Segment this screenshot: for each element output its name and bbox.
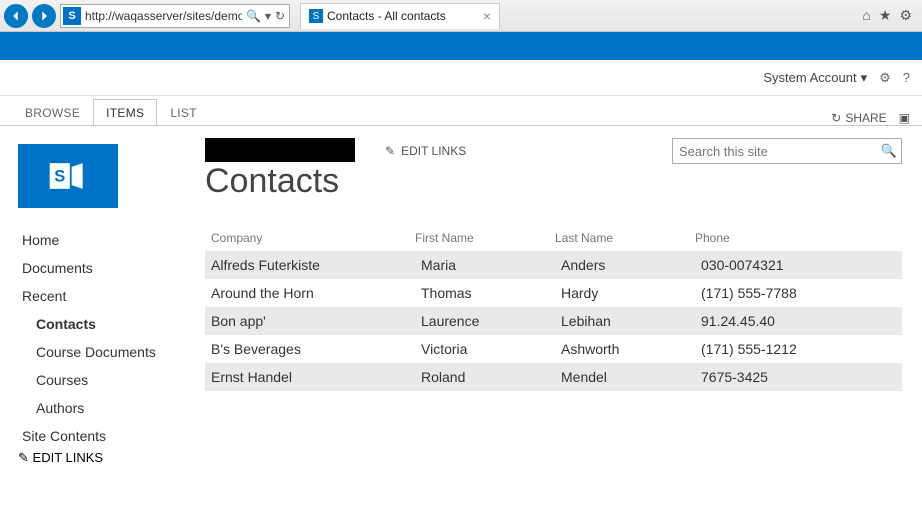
gear-icon[interactable]: ⚙ <box>879 70 891 86</box>
ribbon-right: ↻ SHARE ▣ <box>831 111 910 125</box>
sidebar-item[interactable]: Home <box>18 226 195 254</box>
redacted-site-title <box>205 138 355 162</box>
pencil-icon: ✎ <box>18 450 29 465</box>
address-bar[interactable]: S http://waqasserver/sites/demo 🔍 ▾ ↻ <box>60 4 290 28</box>
address-tools: 🔍 ▾ ↻ <box>242 9 289 23</box>
sidebar-item[interactable]: Courses <box>18 366 195 394</box>
cell-lastname: Ashworth <box>555 341 695 357</box>
cell-lastname: Lebihan <box>555 313 695 329</box>
table-row[interactable]: Ernst HandelRolandMendel7675-3425 <box>205 363 902 391</box>
list-body: Alfreds FuterkisteMariaAnders030-0074321… <box>205 251 902 391</box>
sharepoint-logo-icon: S <box>46 154 90 198</box>
search-input[interactable] <box>673 144 877 159</box>
cell-firstname: Laurence <box>415 313 555 329</box>
suite-bar: System Account ▾ ⚙ ? <box>0 60 922 96</box>
col-header-lastname[interactable]: Last Name <box>555 231 695 245</box>
sidebar-item[interactable]: Site Contents <box>18 422 195 450</box>
tab-list[interactable]: LIST <box>157 99 210 125</box>
cell-phone: 030-0074321 <box>695 257 902 273</box>
dropdown-icon[interactable]: ▾ <box>265 9 271 23</box>
col-header-company[interactable]: Company <box>205 231 415 245</box>
focus-icon[interactable]: ▣ <box>899 111 910 125</box>
share-label: SHARE <box>845 111 886 125</box>
cell-lastname: Hardy <box>555 285 695 301</box>
cell-company: Around the Horn <box>205 285 415 301</box>
edit-links-quicklaunch[interactable]: ✎ EDIT LINKS <box>18 450 195 466</box>
table-row[interactable]: Around the HornThomasHardy(171) 555-7788 <box>205 279 902 307</box>
sidebar-item[interactable]: Documents <box>18 254 195 282</box>
content-area: S HomeDocumentsRecentContactsCourse Docu… <box>0 126 922 466</box>
forward-button[interactable] <box>32 4 56 28</box>
edit-links-label: EDIT LINKS <box>33 450 104 465</box>
cell-company: B's Beverages <box>205 341 415 357</box>
page-body: System Account ▾ ⚙ ? BROWSE ITEMS LIST ↻… <box>0 32 922 524</box>
share-icon: ↻ <box>831 111 841 125</box>
cell-firstname: Maria <box>415 257 555 273</box>
cell-firstname: Roland <box>415 369 555 385</box>
ribbon: BROWSE ITEMS LIST ↻ SHARE ▣ <box>0 96 922 126</box>
suite-bar-strip <box>0 32 922 60</box>
cell-firstname: Thomas <box>415 285 555 301</box>
chevron-down-icon: ▾ <box>861 70 868 86</box>
table-row[interactable]: B's BeveragesVictoriaAshworth(171) 555-1… <box>205 335 902 363</box>
edit-links-topnav[interactable]: ✎ EDIT LINKS <box>385 144 466 158</box>
tab-title: Contacts - All contacts <box>327 9 446 23</box>
sidebar-item[interactable]: Course Documents <box>18 338 195 366</box>
url-text: http://waqasserver/sites/demo <box>83 9 242 23</box>
browser-tab[interactable]: S Contacts - All contacts × <box>300 3 500 29</box>
cell-lastname: Mendel <box>555 369 695 385</box>
cell-phone: 91.24.45.40 <box>695 313 902 329</box>
cell-phone: (171) 555-7788 <box>695 285 902 301</box>
tab-items[interactable]: ITEMS <box>93 99 157 125</box>
quick-launch: HomeDocumentsRecentContactsCourse Docume… <box>18 226 195 450</box>
home-icon[interactable]: ⌂ <box>862 7 870 24</box>
pencil-icon: ✎ <box>385 144 395 158</box>
main-column: Contacts ✎ EDIT LINKS 🔍 Company First Na… <box>195 126 922 466</box>
edit-links-top-label: EDIT LINKS <box>401 144 466 158</box>
col-header-firstname[interactable]: First Name <box>415 231 555 245</box>
tools-icon[interactable]: ⚙ <box>899 7 912 24</box>
search-dropdown-icon[interactable]: 🔍 <box>246 9 261 23</box>
title-row: Contacts ✎ EDIT LINKS 🔍 <box>205 138 902 201</box>
browser-cmd-bar: ⌂ ★ ⚙ <box>862 7 918 24</box>
account-menu[interactable]: System Account ▾ <box>763 70 867 86</box>
sidebar-item[interactable]: Recent <box>18 282 195 310</box>
col-header-phone[interactable]: Phone <box>695 231 902 245</box>
cell-company: Ernst Handel <box>205 369 415 385</box>
search-box[interactable]: 🔍 <box>672 138 902 164</box>
table-row[interactable]: Bon app'LaurenceLebihan91.24.45.40 <box>205 307 902 335</box>
close-tab-icon[interactable]: × <box>483 8 491 24</box>
cell-company: Alfreds Futerkiste <box>205 257 415 273</box>
favorites-icon[interactable]: ★ <box>879 7 892 24</box>
cell-phone: (171) 555-1212 <box>695 341 902 357</box>
site-logo[interactable]: S <box>18 144 118 208</box>
back-button[interactable] <box>4 4 28 28</box>
share-button[interactable]: ↻ SHARE <box>831 111 886 125</box>
site-favicon: S <box>63 7 81 25</box>
left-column: S HomeDocumentsRecentContactsCourse Docu… <box>0 126 195 466</box>
sharepoint-favicon: S <box>309 9 323 23</box>
help-icon[interactable]: ? <box>903 70 910 85</box>
sidebar-item[interactable]: Contacts <box>18 310 195 338</box>
page-title: Contacts <box>205 162 355 201</box>
cell-company: Bon app' <box>205 313 415 329</box>
sidebar-item[interactable]: Authors <box>18 394 195 422</box>
cell-phone: 7675-3425 <box>695 369 902 385</box>
tab-browse[interactable]: BROWSE <box>12 99 93 125</box>
svg-text:S: S <box>54 168 65 186</box>
list-header-row: Company First Name Last Name Phone <box>205 223 902 251</box>
refresh-icon[interactable]: ↻ <box>275 9 285 23</box>
cell-firstname: Victoria <box>415 341 555 357</box>
cell-lastname: Anders <box>555 257 695 273</box>
browser-chrome: S http://waqasserver/sites/demo 🔍 ▾ ↻ S … <box>0 0 922 32</box>
account-label: System Account <box>763 70 856 85</box>
search-icon[interactable]: 🔍 <box>877 143 901 159</box>
title-block: Contacts <box>205 138 355 201</box>
table-row[interactable]: Alfreds FuterkisteMariaAnders030-0074321 <box>205 251 902 279</box>
